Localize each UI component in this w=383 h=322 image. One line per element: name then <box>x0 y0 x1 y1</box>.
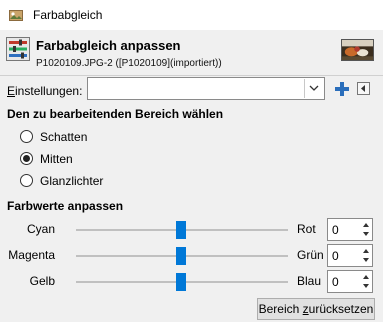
reset-label-prefix: Bereich <box>258 302 303 316</box>
spin-down-icon[interactable] <box>362 230 370 238</box>
add-preset-plus-icon[interactable] <box>333 80 351 98</box>
slider-left-label: Cyan <box>26 222 55 236</box>
spin-value: 0 <box>332 249 339 263</box>
slider-right-label: Grün <box>297 248 324 262</box>
spin-value: 0 <box>332 275 339 289</box>
radio-label: Schatten <box>40 130 88 144</box>
value-spinbox[interactable]: 0 <box>327 218 373 241</box>
spin-up-icon[interactable] <box>362 247 370 255</box>
slider-right-label: Rot <box>297 222 316 236</box>
slider-left-label: Magenta <box>8 248 55 262</box>
presets-label: Einstellungen: <box>7 84 82 98</box>
image-thumbnail <box>341 39 374 61</box>
value-spinbox[interactable]: 0 <box>327 270 373 293</box>
presets-menu-button[interactable] <box>357 82 370 95</box>
radio-label: Glanzlichter <box>40 174 104 188</box>
levels-heading: Farbwerte anpassen <box>7 199 124 213</box>
spin-value: 0 <box>332 223 339 237</box>
header-separator <box>0 75 383 76</box>
image-subtitle: P1020109.JPG-2 ([P1020109](importiert)) <box>36 58 222 69</box>
spin-down-icon[interactable] <box>362 256 370 264</box>
slider-thumb[interactable] <box>176 247 186 265</box>
slider-row-magenta-gruen: Magenta Grün 0 <box>0 244 383 268</box>
slider-thumb[interactable] <box>176 221 186 239</box>
spin-up-icon[interactable] <box>362 221 370 229</box>
slider-row-gelb-blau: Gelb Blau 0 <box>0 270 383 294</box>
presets-label-mnemonic: E <box>7 84 16 98</box>
radio-button[interactable] <box>20 130 33 143</box>
slider-row-cyan-rot: Cyan Rot 0 <box>0 218 383 242</box>
window-title: Farbabgleich <box>33 8 103 22</box>
spin-up-icon[interactable] <box>362 273 370 281</box>
title-bar: Farbabgleich <box>0 0 383 30</box>
presets-combo[interactable] <box>87 77 325 100</box>
presets-label-text: instellungen: <box>15 84 83 98</box>
slider-left-label: Gelb <box>29 274 55 288</box>
radio-button[interactable] <box>20 174 33 187</box>
range-heading: Den zu bearbeitenden Bereich wählen <box>7 107 224 121</box>
reset-range-button[interactable]: Bereich zurücksetzen <box>257 298 375 320</box>
value-spinbox[interactable]: 0 <box>327 244 373 267</box>
gimp-icon <box>9 10 23 21</box>
chevron-down-icon[interactable] <box>308 81 320 95</box>
color-balance-icon <box>6 37 30 61</box>
spin-down-icon[interactable] <box>362 282 370 290</box>
triangle-left-icon <box>361 85 365 92</box>
combo-divider <box>304 79 305 98</box>
reset-label-rest: urücksetzen <box>308 302 374 316</box>
radio-button[interactable] <box>20 152 33 165</box>
dialog-header: Farbabgleich anpassen P1020109.JPG-2 ([P… <box>0 30 383 74</box>
radio-label: Mitten <box>40 152 73 166</box>
slider-right-label: Blau <box>297 274 322 288</box>
slider-thumb[interactable] <box>176 273 186 291</box>
dialog-title: Farbabgleich anpassen <box>36 38 181 53</box>
